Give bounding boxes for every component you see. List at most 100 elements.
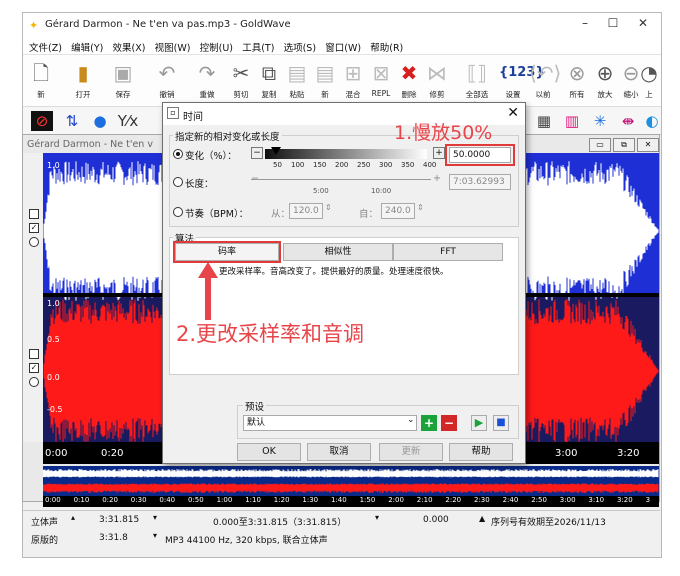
globe-icon[interactable]: ◐ [641, 111, 663, 131]
toolbar-up-button[interactable]: ◔ 上 [639, 57, 659, 105]
delete-icon: ✖ [400, 61, 418, 85]
menu-control[interactable]: 控制(U) [200, 40, 233, 54]
toolbar-cut-button[interactable]: ✂ 剪切 [227, 57, 255, 105]
overview-time-mark: 1:20 [273, 496, 290, 504]
change-radio[interactable] [173, 149, 183, 159]
update-button[interactable]: 更新 [379, 443, 443, 461]
toolbar-mix-button[interactable]: ⊞ 混合 [339, 57, 367, 105]
toolbar-replace-button[interactable]: ⊠ REPL [367, 57, 395, 105]
toolbar-redo-button[interactable]: ↷ 重做 [193, 57, 221, 105]
tempo-from-spinner[interactable]: ⇕ [325, 203, 332, 212]
left-channel-checkbox[interactable] [29, 209, 39, 219]
toolbar-label: 新 [37, 90, 45, 99]
menu-options[interactable]: 选项(S) [284, 40, 316, 54]
right-channel-radio[interactable] [29, 377, 39, 387]
toolbar-save-button[interactable]: ▣ 保存 [109, 57, 137, 105]
right-channel-checkbox[interactable] [29, 349, 39, 359]
toolbar-paste-button[interactable]: ▤ 粘贴 [283, 57, 311, 105]
length-slider-track[interactable] [251, 179, 431, 180]
algo-fft-button[interactable]: FFT [393, 243, 503, 261]
left-channel-radio[interactable] [29, 237, 39, 247]
length-tick: 10:00 [371, 187, 392, 195]
algo-similarity-button[interactable]: 相似性 [283, 243, 393, 261]
overview-waveform[interactable] [43, 466, 659, 496]
doc-close-button[interactable]: ✕ [637, 138, 659, 152]
menu-tools[interactable]: 工具(T) [242, 40, 274, 54]
remove-preset-button[interactable]: − [441, 415, 457, 431]
cancel-button[interactable]: 取消 [307, 443, 371, 461]
sphere-icon[interactable]: ● [89, 111, 111, 131]
time-mark: 3:00 [555, 448, 578, 459]
menu-file[interactable]: 文件(Z) [29, 40, 62, 54]
formula-icon[interactable]: Y⁄x [117, 111, 139, 131]
slider-decrease-button[interactable]: − [251, 147, 263, 159]
status-dropdown-arrow[interactable]: ▴ [71, 513, 75, 522]
tempo-to-spinner[interactable]: ⇕ [417, 203, 424, 212]
right-channel-enable-checkbox[interactable]: ✓ [29, 363, 39, 373]
maximize-button[interactable]: ☐ [599, 16, 627, 34]
slider-increase-button[interactable]: + [433, 147, 445, 159]
status-range-dropdown[interactable]: ▾ [375, 513, 379, 522]
menu-edit[interactable]: 编辑(Y) [71, 40, 103, 54]
status-time-dropdown[interactable]: ▾ [153, 513, 157, 522]
stop-preview-button[interactable]: ■ [493, 415, 509, 431]
toolbar-delete-button[interactable]: ✖ 删除 [395, 57, 423, 105]
toolbar-zoom-all-button[interactable]: ⊗ 所有 [563, 57, 591, 105]
swap-channels-icon[interactable]: ⇅ [61, 111, 83, 131]
tempo-radio[interactable] [173, 207, 183, 217]
toolbar-set-button[interactable]: {123} 设置 [499, 57, 545, 105]
close-button[interactable]: ✕ [629, 16, 657, 34]
stereo-icon[interactable]: ⇼ [617, 111, 639, 131]
overview-time-mark: 1:50 [359, 496, 376, 504]
status-notice-arrow: ▲ [479, 514, 486, 523]
overview-time-mark: 0:30 [130, 496, 147, 504]
change-slider[interactable]: − [251, 147, 441, 161]
up-icon: ◔ [640, 61, 658, 85]
toolbar-copy-button[interactable]: ⧉ 复制 [255, 57, 283, 105]
length-value-input[interactable]: 7:03.62993 [449, 174, 511, 190]
doc-restore-button[interactable]: ⧉ [613, 138, 635, 152]
toolbar-previous-button[interactable]: ⟨↶⟩ 以前 [529, 57, 562, 105]
time-mark: 3:20 [617, 448, 640, 459]
status-channel: 立体声 [31, 518, 59, 528]
toolbar-open-button[interactable]: ▮ 打开 [69, 57, 97, 105]
minimize-button[interactable]: – [571, 16, 599, 34]
toolbar-label: 删除 [401, 90, 417, 99]
menu-view[interactable]: 视图(W) [155, 40, 191, 54]
menu-effects[interactable]: 效果(X) [113, 40, 146, 54]
toolbar-new-button[interactable]: 🗋 新 [27, 57, 55, 105]
chevron-down-icon[interactable]: ⌄ [407, 415, 415, 425]
length-increase[interactable]: + [433, 173, 441, 184]
preset-select[interactable]: 默认 [243, 415, 417, 431]
burst-icon[interactable]: ✳ [589, 111, 611, 131]
length-decrease[interactable]: − [251, 173, 259, 184]
toolbar-select-all-button[interactable]: ⟦⟧全部选择 [463, 57, 491, 110]
menu-help[interactable]: 帮助(R) [370, 40, 403, 54]
previous-icon: ⟨↶⟩ [529, 61, 562, 85]
tempo-to-input[interactable]: 240.0 [381, 203, 415, 219]
left-channel-enable-checkbox[interactable]: ✓ [29, 223, 39, 233]
tempo-label: 节奏（BPM）： [185, 209, 249, 220]
slider-thumb[interactable] [271, 147, 281, 155]
up-arrow-icon [198, 262, 218, 320]
tempo-from-input[interactable]: 120.0 [289, 203, 323, 219]
stop-record-icon[interactable]: ⊘ [31, 111, 53, 131]
toolbar-paste-new-button[interactable]: ▤ 新 [311, 57, 339, 105]
dialog-close-button[interactable]: ✕ [507, 105, 519, 121]
toolbar-trim-button[interactable]: ⋈ 修剪 [423, 57, 451, 105]
toolbar-label: 放大 [597, 90, 613, 99]
help-button[interactable]: 帮助 [449, 443, 513, 461]
ok-button[interactable]: OK [237, 443, 301, 461]
toolbar-undo-button[interactable]: ↶ 撤销 [153, 57, 181, 105]
annotation-step1: 1.慢放50% [394, 122, 493, 144]
trim-icon: ⋈ [427, 61, 447, 85]
length-radio[interactable] [173, 177, 183, 187]
rainbow-icon[interactable]: ▥ [561, 111, 583, 131]
status-format-dropdown[interactable]: ▾ [153, 531, 157, 540]
toolbar-zoom-in-button[interactable]: ⊕ 放大 [591, 57, 619, 105]
doc-minimize-button[interactable]: ▭ [589, 138, 611, 152]
add-preset-button[interactable]: + [421, 415, 437, 431]
play-preview-button[interactable]: ▶ [471, 415, 487, 431]
menu-window[interactable]: 窗口(W) [325, 40, 361, 54]
spectrum-icon[interactable]: ▦ [533, 111, 555, 131]
